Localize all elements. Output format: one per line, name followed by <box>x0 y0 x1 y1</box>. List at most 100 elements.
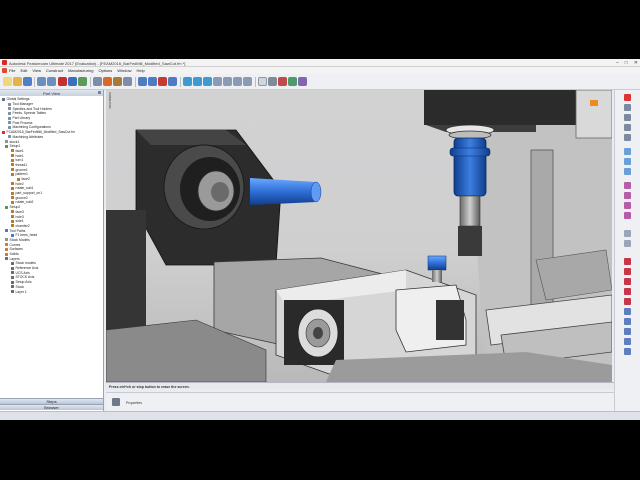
circle-tool-icon[interactable] <box>624 202 631 209</box>
toolbar-divider <box>90 77 91 87</box>
main-toolbar <box>0 74 640 90</box>
bar-stock-end <box>310 181 322 203</box>
tree-node-icon <box>2 130 5 134</box>
view-side-icon[interactable] <box>624 134 631 141</box>
menu-window[interactable]: Window <box>117 68 131 73</box>
zoom-in-icon[interactable] <box>624 158 631 165</box>
snap-center-icon[interactable] <box>624 268 631 275</box>
tree-node-icon <box>11 219 14 223</box>
save-icon[interactable] <box>23 77 32 86</box>
menu-bar: File Edit View Construct Manufacturing O… <box>0 67 640 74</box>
zoom-icon[interactable] <box>183 77 192 86</box>
surface-icon[interactable] <box>624 328 631 335</box>
transform-icon[interactable] <box>624 348 631 355</box>
wireframe-icon[interactable] <box>258 77 267 86</box>
menu-construct[interactable]: Construct <box>46 68 63 73</box>
app-logo-icon <box>2 60 7 65</box>
layer-icon[interactable] <box>288 77 297 86</box>
prompt-bar: Press ctrl+ch or stop button to erase th… <box>106 382 614 389</box>
machine-icon[interactable] <box>278 77 287 86</box>
solid-icon[interactable] <box>624 338 631 345</box>
new-file-icon[interactable] <box>3 77 12 86</box>
tree-node-icon <box>11 285 14 289</box>
toolbar-divider <box>255 77 256 87</box>
view-top-icon[interactable] <box>624 114 631 121</box>
simulation-icon[interactable] <box>68 77 77 86</box>
tree-node-icon <box>5 140 8 144</box>
status-bar <box>0 411 640 420</box>
tree-node-icon <box>8 121 11 125</box>
minimize-button[interactable]: – <box>616 59 619 67</box>
window-controls: – □ ✕ <box>616 59 638 67</box>
workpiece-cap <box>427 255 447 271</box>
tree-node-icon <box>5 229 8 233</box>
menu-edit[interactable]: Edit <box>20 68 27 73</box>
tree-node-icon <box>11 266 14 270</box>
part-tree: Global Settings Tool Manager Spindles and … <box>0 96 103 397</box>
stop-icon[interactable] <box>158 77 167 86</box>
grid-icon[interactable] <box>624 240 631 247</box>
play-icon[interactable] <box>138 77 147 86</box>
layers-icon[interactable] <box>624 230 631 237</box>
front-view-icon[interactable] <box>233 77 242 86</box>
tree-node-icon <box>2 97 5 101</box>
open-folder-icon[interactable] <box>13 77 22 86</box>
tab-browser[interactable]: Browser <box>0 404 103 410</box>
undo-icon[interactable] <box>37 77 46 86</box>
menu-manufacturing[interactable]: Manufacturing <box>68 68 93 73</box>
line-tool-icon[interactable] <box>624 182 631 189</box>
step-icon[interactable] <box>168 77 177 86</box>
snap-end-icon[interactable] <box>624 278 631 285</box>
toolpath-icon[interactable] <box>78 77 87 86</box>
view-cube-icon[interactable] <box>624 104 631 111</box>
tree-node-icon <box>11 210 14 214</box>
properties-icon[interactable] <box>112 398 120 406</box>
measure-icon[interactable] <box>624 308 631 315</box>
tree-node-icon <box>8 102 11 106</box>
menu-help[interactable]: Help <box>136 68 144 73</box>
snap-icon[interactable] <box>624 258 631 265</box>
vise-slot <box>436 300 464 340</box>
tree-node-icon <box>8 135 11 139</box>
isometric-view-icon[interactable] <box>213 77 222 86</box>
zoom-fit-icon[interactable] <box>624 148 631 155</box>
rectangle-tool-icon[interactable] <box>624 212 631 219</box>
pin-icon[interactable] <box>98 91 101 94</box>
maximize-button[interactable]: □ <box>625 59 628 67</box>
top-view-icon[interactable] <box>223 77 232 86</box>
step-wizard-icon[interactable] <box>58 77 67 86</box>
right-view-icon[interactable] <box>243 77 252 86</box>
curve-icon[interactable] <box>624 318 631 325</box>
tree-node-icon <box>11 182 14 186</box>
tree-node-icon <box>11 200 14 204</box>
tree-node-icon <box>11 196 14 200</box>
turret-base <box>106 210 146 330</box>
setup-icon[interactable] <box>123 77 132 86</box>
arc-tool-icon[interactable] <box>624 192 631 199</box>
pan-icon[interactable] <box>193 77 202 86</box>
menu-options[interactable]: Options <box>98 68 112 73</box>
shaded-icon[interactable] <box>268 77 277 86</box>
snap-intersect-icon[interactable] <box>624 298 631 305</box>
document-icon <box>2 68 7 73</box>
view-front-icon[interactable] <box>624 124 631 131</box>
pause-icon[interactable] <box>148 77 157 86</box>
feature-icon[interactable] <box>103 77 112 86</box>
3d-viewport[interactable]: ISOMETRIC <box>106 90 612 382</box>
zoom-out-icon[interactable] <box>624 168 631 175</box>
tree-node-icon <box>5 252 8 256</box>
stock-icon[interactable] <box>113 77 122 86</box>
menu-view[interactable]: View <box>32 68 41 73</box>
menu-file[interactable]: File <box>9 68 15 73</box>
tree-node-icon <box>11 172 14 176</box>
close-view-icon[interactable] <box>624 94 631 101</box>
snap-mid-icon[interactable] <box>624 288 631 295</box>
nc-code-icon[interactable] <box>93 77 102 86</box>
rotate-view-icon[interactable] <box>203 77 212 86</box>
tree-item[interactable]: Layer 1 <box>0 289 103 294</box>
tool-holder-flange <box>449 147 491 157</box>
close-button[interactable]: ✕ <box>634 59 638 67</box>
redo-icon[interactable] <box>47 77 56 86</box>
measure-icon[interactable] <box>298 77 307 86</box>
tree-node-icon <box>11 233 14 237</box>
